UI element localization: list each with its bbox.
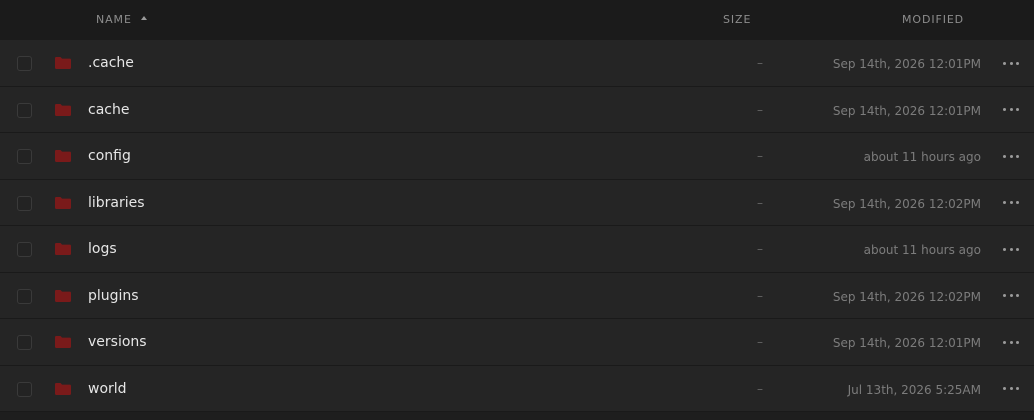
more-options-icon[interactable] bbox=[1003, 336, 1019, 348]
file-name[interactable]: .cache bbox=[88, 55, 134, 71]
file-modified: Jul 13th, 2026 5:25AM bbox=[847, 382, 981, 397]
table-header: NAME SIZE MODIFIED bbox=[0, 0, 1034, 40]
row-checkbox[interactable] bbox=[17, 335, 32, 350]
file-list: .cache – Sep 14th, 2026 12:01PM cache – … bbox=[0, 40, 1034, 412]
file-name[interactable]: logs bbox=[88, 241, 117, 257]
sort-ascending-icon bbox=[140, 16, 147, 20]
more-options-icon[interactable] bbox=[1003, 290, 1019, 302]
row-checkbox[interactable] bbox=[17, 149, 32, 164]
file-name[interactable]: libraries bbox=[88, 195, 145, 211]
folder-icon bbox=[55, 243, 71, 255]
folder-icon bbox=[55, 289, 71, 302]
file-browser: NAME SIZE MODIFIED .cache – Sep 14th, 20… bbox=[0, 0, 1034, 420]
file-name[interactable]: cache bbox=[88, 102, 129, 118]
file-row[interactable]: world – Jul 13th, 2026 5:25AM bbox=[0, 365, 1034, 412]
file-row[interactable]: logs – about 11 hours ago bbox=[0, 226, 1034, 273]
file-row[interactable]: .cache – Sep 14th, 2026 12:01PM bbox=[0, 40, 1034, 87]
file-row[interactable]: plugins – Sep 14th, 2026 12:02PM bbox=[0, 272, 1034, 319]
more-options-icon[interactable] bbox=[1003, 104, 1019, 116]
file-modified: Sep 14th, 2026 12:01PM bbox=[832, 103, 981, 118]
file-modified: about 11 hours ago bbox=[863, 150, 981, 164]
more-options-icon[interactable] bbox=[1003, 57, 1019, 69]
row-checkbox[interactable] bbox=[17, 288, 32, 304]
modified-column-header[interactable]: MODIFIED bbox=[902, 13, 964, 26]
file-size: – bbox=[757, 288, 763, 303]
file-modified: about 11 hours ago bbox=[863, 243, 981, 257]
file-size: – bbox=[757, 149, 763, 163]
file-modified: Sep 14th, 2026 12:02PM bbox=[832, 196, 981, 211]
more-options-icon[interactable] bbox=[1003, 383, 1019, 395]
file-row[interactable]: libraries – Sep 14th, 2026 12:02PM bbox=[0, 179, 1034, 226]
size-column-header[interactable]: SIZE bbox=[723, 13, 751, 26]
file-name[interactable]: plugins bbox=[88, 288, 139, 304]
row-checkbox[interactable] bbox=[17, 56, 32, 71]
file-row[interactable]: cache – Sep 14th, 2026 12:01PM bbox=[0, 86, 1034, 133]
file-modified: Sep 14th, 2026 12:01PM bbox=[832, 336, 981, 350]
more-options-icon[interactable] bbox=[1003, 150, 1019, 162]
folder-icon bbox=[55, 336, 71, 348]
file-name[interactable]: versions bbox=[88, 334, 147, 350]
name-column-label: NAME bbox=[96, 13, 132, 26]
folder-icon bbox=[55, 57, 71, 69]
row-checkbox[interactable] bbox=[17, 195, 32, 211]
name-column-header[interactable]: NAME bbox=[96, 13, 147, 26]
file-name[interactable]: config bbox=[88, 148, 131, 164]
more-options-icon[interactable] bbox=[1003, 197, 1019, 209]
file-size: – bbox=[757, 56, 763, 70]
file-size: – bbox=[757, 381, 763, 396]
folder-icon bbox=[55, 196, 71, 209]
folder-icon bbox=[55, 150, 71, 162]
file-row[interactable]: config – about 11 hours ago bbox=[0, 133, 1034, 180]
row-checkbox[interactable] bbox=[17, 381, 32, 397]
file-size: – bbox=[757, 195, 763, 210]
folder-icon bbox=[55, 103, 71, 116]
file-size: – bbox=[757, 102, 763, 117]
row-checkbox[interactable] bbox=[17, 102, 32, 118]
file-modified: Sep 14th, 2026 12:02PM bbox=[832, 289, 981, 304]
folder-icon bbox=[55, 382, 71, 395]
more-options-icon[interactable] bbox=[1003, 243, 1019, 255]
file-name[interactable]: world bbox=[88, 381, 127, 397]
row-checkbox[interactable] bbox=[17, 242, 32, 257]
file-size: – bbox=[757, 335, 763, 349]
file-size: – bbox=[757, 242, 763, 256]
file-modified: Sep 14th, 2026 12:01PM bbox=[832, 57, 981, 71]
file-row[interactable]: versions – Sep 14th, 2026 12:01PM bbox=[0, 319, 1034, 366]
